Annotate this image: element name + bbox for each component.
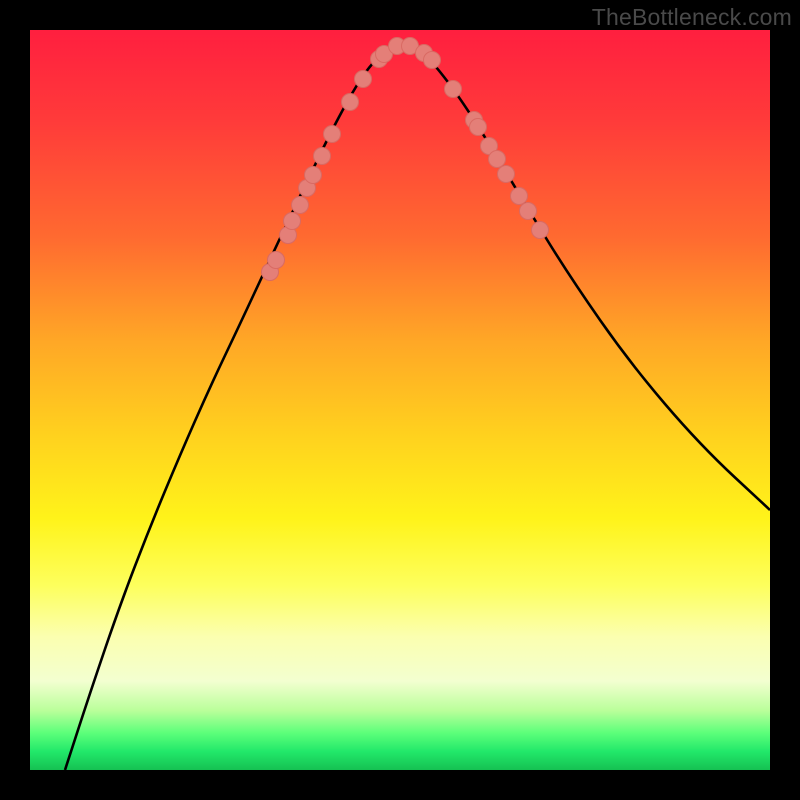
chart-svg: [30, 30, 770, 770]
data-marker: [292, 197, 309, 214]
data-marker: [424, 52, 441, 69]
data-marker: [284, 213, 301, 230]
watermark-text: TheBottleneck.com: [592, 4, 792, 31]
data-marker: [470, 119, 487, 136]
data-marker: [498, 166, 515, 183]
data-marker: [342, 94, 359, 111]
data-marker: [305, 167, 322, 184]
data-marker: [520, 203, 537, 220]
bottleneck-curve: [65, 45, 770, 770]
data-marker: [445, 81, 462, 98]
chart-frame: TheBottleneck.com: [0, 0, 800, 800]
data-markers: [262, 38, 549, 281]
data-marker: [268, 252, 285, 269]
data-marker: [511, 188, 528, 205]
data-marker: [324, 126, 341, 143]
data-marker: [355, 71, 372, 88]
plot-area: [30, 30, 770, 770]
data-marker: [489, 151, 506, 168]
data-marker: [532, 222, 549, 239]
data-marker: [314, 148, 331, 165]
